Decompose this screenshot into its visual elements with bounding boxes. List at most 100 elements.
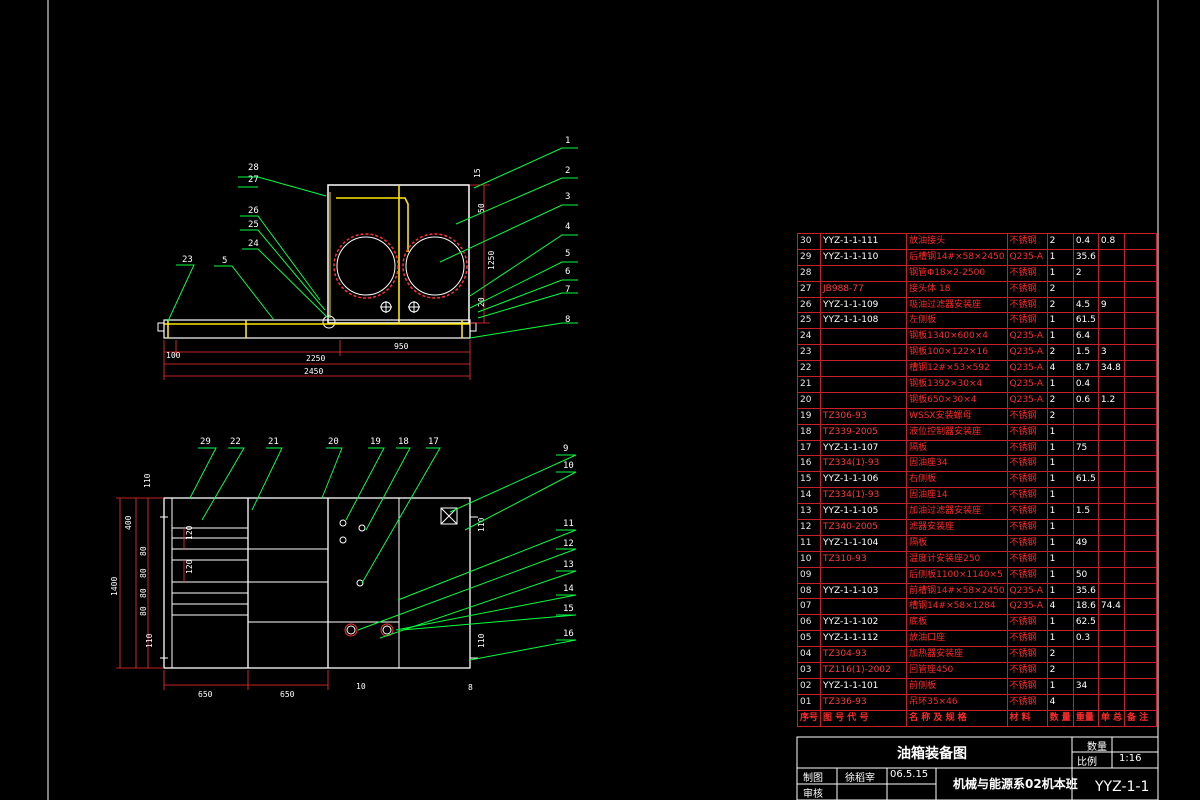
draw-date: 06.5.15 bbox=[890, 769, 929, 780]
bom-cell-qty: 1 bbox=[1046, 566, 1074, 584]
draw-label: 制图 bbox=[803, 773, 823, 784]
bom-cell-remark bbox=[1124, 376, 1157, 393]
dim-110-bottom: 110 bbox=[145, 633, 154, 648]
bom-cell-w1: 1.5 bbox=[1072, 503, 1099, 521]
bom-cell-name: 左侧板 bbox=[906, 312, 1008, 330]
bom-cell-w1: 75 bbox=[1072, 439, 1099, 457]
bom-cell-code: TZ306-93 bbox=[820, 407, 908, 425]
dim-1250: 1250 bbox=[487, 251, 496, 270]
bom-row: 07 槽钢14#×58×1284 Q235-A 4 18.6 74.4 bbox=[796, 598, 1157, 616]
bom-cell-qty: 1 bbox=[1046, 519, 1074, 536]
bom-cell-code bbox=[820, 360, 908, 378]
bom-cell-w1: 2 bbox=[1072, 264, 1099, 282]
dim-80-d: 80 bbox=[139, 606, 148, 616]
bom-cell-w1: 35.6 bbox=[1072, 582, 1099, 600]
bom-cell-qty: 4 bbox=[1046, 360, 1074, 378]
dim-2250: 2250 bbox=[306, 354, 325, 363]
bom-cell-w2 bbox=[1097, 328, 1126, 346]
front-callout-6: 6 bbox=[565, 267, 570, 277]
top-callout-13: 13 bbox=[563, 560, 574, 570]
bom-cell-code: TZ334(1)-93 bbox=[820, 487, 908, 505]
bom-row: 08 YYZ-1-1-103 前槽钢14#×58×2450 Q235-A 1 35.6 bbox=[796, 582, 1157, 600]
bom-cell-w2 bbox=[1097, 566, 1126, 584]
bom-cell-no: 25 bbox=[796, 312, 822, 330]
bom-cell-remark bbox=[1124, 455, 1157, 473]
bom-cell-no: 22 bbox=[796, 360, 822, 378]
bom-cell-w1: 4.5 bbox=[1072, 296, 1099, 314]
dim-2450: 2450 bbox=[304, 367, 323, 376]
bom-cell-w1: 0.3 bbox=[1072, 630, 1099, 648]
bom-cell-w2: 0.8 bbox=[1097, 233, 1126, 250]
bom-cell-no: 15 bbox=[796, 471, 822, 489]
bom-cell-qty: 1 bbox=[1046, 423, 1074, 441]
bom-row: 03 TZ116(1)-2002 回管座450 不锈钢 2 bbox=[796, 662, 1157, 679]
bom-cell-qty: 1 bbox=[1046, 582, 1074, 600]
bom-cell-no: 26 bbox=[796, 296, 822, 314]
bom-cell-w1 bbox=[1072, 407, 1099, 425]
bom-cell-qty: 2 bbox=[1046, 662, 1074, 679]
bom-cell-name: 后侧板1100×1140×5 bbox=[906, 566, 1008, 584]
bom-cell-w2: 9 bbox=[1097, 296, 1126, 314]
bom-cell-w2 bbox=[1097, 677, 1126, 695]
top-callout-15: 15 bbox=[563, 604, 574, 614]
front-callout-23: 23 bbox=[182, 255, 193, 265]
bom-cell-name: 滤器安装座 bbox=[906, 519, 1008, 536]
dim-15: 15 bbox=[473, 168, 482, 178]
bom-cell-remark bbox=[1124, 662, 1157, 679]
bom-cell-remark bbox=[1124, 550, 1157, 568]
bom-cell-code bbox=[820, 598, 908, 616]
bom-cell-w2 bbox=[1097, 630, 1126, 648]
bom-row: 25 YYZ-1-1-108 左侧板 不锈钢 1 61.5 bbox=[796, 312, 1157, 330]
bom-cell-qty: 2 bbox=[1046, 280, 1074, 298]
bom-row: 26 YYZ-1-1-109 吸油过滤器安装座 不锈钢 2 4.5 9 bbox=[796, 296, 1157, 314]
front-view: 2250 950 2450 100 1250 15 50 20 1 2 3 4 … bbox=[157, 136, 578, 380]
bom-cell-no: 20 bbox=[796, 391, 822, 409]
bom-cell-w2 bbox=[1097, 264, 1126, 282]
bom-cell-mat: 不锈钢 bbox=[1006, 455, 1048, 473]
bom-cell-no: 08 bbox=[796, 582, 822, 600]
bom-cell-mat: 不锈钢 bbox=[1006, 550, 1048, 568]
bom-cell-w2 bbox=[1097, 614, 1126, 632]
bom-cell-qty: 1 bbox=[1046, 677, 1074, 695]
bom-cell-mat: 不锈钢 bbox=[1006, 677, 1048, 695]
bom-cell-remark bbox=[1124, 487, 1157, 505]
bom-cell-code bbox=[820, 376, 908, 393]
bom-cell-w2 bbox=[1097, 519, 1126, 536]
bom-cell-name: 前侧板 bbox=[906, 677, 1008, 695]
bom-cell-code: YYZ-1-1-104 bbox=[820, 534, 908, 552]
bom-row: 11 YYZ-1-1-104 隔板 不锈钢 1 49 bbox=[796, 534, 1157, 552]
bom-cell-mat: 不锈钢 bbox=[1006, 423, 1048, 441]
bom-row: 19 TZ306-93 WSSX安装螺母 不锈钢 2 bbox=[796, 407, 1157, 425]
bom-cell-no: 14 bbox=[796, 487, 822, 505]
bom-cell-qty: 1 bbox=[1046, 503, 1074, 521]
bom-cell-name: 底板 bbox=[906, 614, 1008, 632]
bom-row: 02 YYZ-1-1-101 前侧板 不锈钢 1 34 bbox=[796, 677, 1157, 695]
bom-cell-code: YYZ-1-1-103 bbox=[820, 582, 908, 600]
bom-cell-w2 bbox=[1097, 455, 1126, 473]
title-block: 油箱装备图 数量 比例 1:16 制图 徐稻宰 06.5.15 审核 机械与能源… bbox=[797, 737, 1157, 800]
dim-80-c: 80 bbox=[139, 588, 148, 598]
bom-cell-mat: 不锈钢 bbox=[1006, 487, 1048, 505]
front-callout-24: 24 bbox=[248, 239, 259, 249]
bom-row: 10 TZ310-93 温度计安装座250 不锈钢 1 bbox=[796, 550, 1157, 568]
bom-row: 29 YYZ-1-1-110 后槽钢14#×58×2450 Q235-A 1 35.6 bbox=[796, 248, 1157, 266]
front-callout-5: 5 bbox=[565, 249, 570, 259]
bom-cell-mat: 不锈钢 bbox=[1006, 264, 1048, 282]
bom-cell-code: YYZ-1-1-106 bbox=[820, 471, 908, 489]
bom-cell-w2 bbox=[1097, 439, 1126, 457]
front-callout-5b: 5 bbox=[222, 256, 227, 266]
bom-cell-no: 09 bbox=[796, 566, 822, 584]
bom-cell-w1 bbox=[1072, 693, 1099, 711]
top-callout-18: 18 bbox=[398, 437, 409, 447]
bom-cell-w2 bbox=[1097, 693, 1126, 711]
bom-cell-code: TZ334(1)-93 bbox=[820, 455, 908, 473]
bom-cell-name: 钢板100×122×16 bbox=[906, 344, 1008, 362]
bom-cell-qty: 1 bbox=[1046, 471, 1074, 489]
bom-row: 24 钢板1340×600×4 Q235-A 1 6.4 bbox=[796, 328, 1157, 346]
bom-cell-remark bbox=[1124, 423, 1157, 441]
top-callout-10: 10 bbox=[563, 461, 574, 471]
bom-cell-remark bbox=[1124, 534, 1157, 552]
front-callout-27: 27 bbox=[248, 175, 259, 185]
bom-cell-w1 bbox=[1072, 519, 1099, 536]
bom-row: 01 TZ336-93 吊环35×46 不锈钢 4 bbox=[796, 693, 1157, 711]
